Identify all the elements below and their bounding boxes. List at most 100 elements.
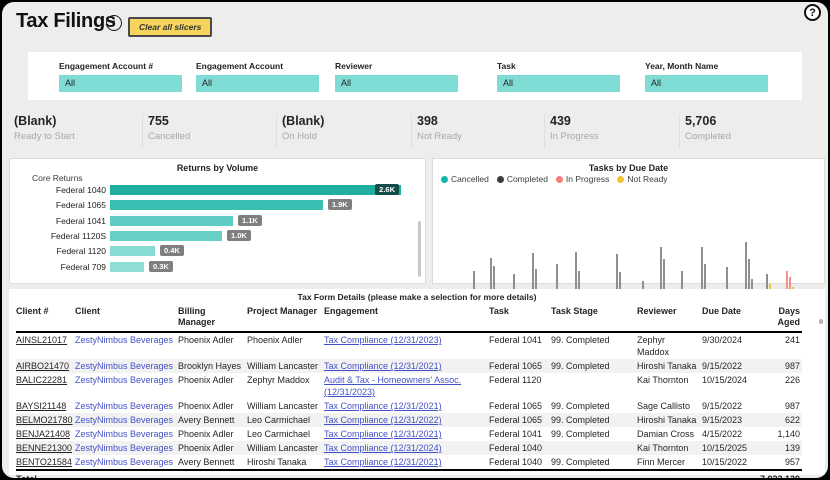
info-icon[interactable]: i bbox=[106, 15, 122, 31]
engagement-link[interactable]: Tax Compliance (12/31/2021) bbox=[324, 361, 442, 371]
column-header[interactable]: Billing Manager bbox=[178, 304, 247, 332]
bar-row: 1.0KFederal 1120S bbox=[10, 231, 425, 241]
column-header[interactable]: Task bbox=[489, 304, 551, 332]
dashboard-canvas: Tax Filings i Clear all slicers ? Engage… bbox=[2, 2, 828, 478]
cell: Federal 1041 bbox=[489, 332, 551, 359]
cell: Phoenix Adler bbox=[178, 427, 247, 441]
bar-row: 0.4KFederal 1120 bbox=[10, 246, 425, 256]
legend-item[interactable]: In Progress bbox=[556, 174, 609, 184]
cell-client-number[interactable]: AIRBO21470 bbox=[16, 359, 75, 373]
bar[interactable] bbox=[110, 231, 222, 241]
cell: Zephyr Maddox bbox=[637, 332, 702, 359]
cell-client-number[interactable]: AINSL21017 bbox=[16, 332, 75, 359]
table-row: BENJA21408ZestyNimbus BeveragesPhoenix A… bbox=[16, 427, 802, 441]
column-header[interactable]: Project Manager bbox=[247, 304, 324, 332]
cell-client-number[interactable]: BAYSI21148 bbox=[16, 399, 75, 413]
legend-item[interactable]: Not Ready bbox=[617, 174, 667, 184]
cell: Phoenix Adler bbox=[178, 441, 247, 455]
cell-engagement: Tax Compliance (12/31/2021) bbox=[324, 359, 489, 373]
cell: Federal 1065 bbox=[489, 359, 551, 373]
kpi-value: 398 bbox=[417, 114, 547, 128]
cell-days-aged: 226 bbox=[759, 373, 802, 399]
kpi-value: 439 bbox=[550, 114, 680, 128]
slicer-dropdown[interactable]: All bbox=[335, 75, 458, 92]
slicer-dropdown[interactable]: All bbox=[645, 75, 768, 92]
engagement-link[interactable]: Tax Compliance (12/31/2021) bbox=[324, 457, 442, 467]
total-value: 7,922,130 bbox=[759, 470, 802, 478]
slicer: Year, Month NameAll bbox=[645, 61, 768, 92]
engagement-link[interactable]: Audit & Tax - Homeowners' Assoc. (12/31/… bbox=[324, 375, 461, 397]
column-header[interactable]: Engagement bbox=[324, 304, 489, 332]
bar[interactable]: 2.6K bbox=[110, 185, 401, 195]
column-header[interactable]: Task Stage bbox=[551, 304, 637, 332]
slicer-dropdown[interactable]: All bbox=[196, 75, 319, 92]
clear-all-slicers-button[interactable]: Clear all slicers bbox=[128, 17, 212, 37]
spike-plot bbox=[433, 191, 824, 299]
cell-client-number[interactable]: BENJA21408 bbox=[16, 427, 75, 441]
bar-data-label: 1.9K bbox=[328, 199, 352, 210]
bar[interactable] bbox=[110, 200, 323, 210]
cell-client-link[interactable]: ZestyNimbus Beverages bbox=[75, 441, 178, 455]
chart-title: Tasks by Due Date bbox=[433, 163, 824, 173]
kpi-label: In Progress bbox=[550, 131, 680, 142]
cell: Phoenix Adler bbox=[247, 332, 324, 359]
engagement-link[interactable]: Tax Compliance (12/31/2024) bbox=[324, 443, 442, 453]
cell-client-link[interactable]: ZestyNimbus Beverages bbox=[75, 455, 178, 470]
bar-axis-title: Core Returns bbox=[32, 173, 83, 183]
cell-days-aged: 241 bbox=[759, 332, 802, 359]
cell-client-link[interactable]: ZestyNimbus Beverages bbox=[75, 332, 178, 359]
legend-label: Not Ready bbox=[627, 174, 667, 184]
cell: Federal 1040 bbox=[489, 455, 551, 470]
slicer-label: Reviewer bbox=[335, 61, 458, 71]
legend-item[interactable]: Completed bbox=[497, 174, 548, 184]
table-header-row: Client #ClientBilling ManagerProject Man… bbox=[16, 304, 802, 332]
bar-category-label: Federal 1041 bbox=[10, 216, 106, 226]
table-row: BALIC22281ZestyNimbus BeveragesPhoenix A… bbox=[16, 373, 802, 399]
table-scrollbar[interactable] bbox=[819, 319, 823, 324]
column-header[interactable]: Client # bbox=[16, 304, 75, 332]
tax-form-details-table: Tax Form Details (please make a selectio… bbox=[9, 289, 825, 475]
slicer: TaskAll bbox=[497, 61, 620, 92]
cell-client-link[interactable]: ZestyNimbus Beverages bbox=[75, 373, 178, 399]
cell-client-number[interactable]: BELMO21780 bbox=[16, 413, 75, 427]
column-header[interactable]: Reviewer bbox=[637, 304, 702, 332]
engagement-link[interactable]: Tax Compliance (12/31/2022) bbox=[324, 415, 442, 425]
cell-days-aged: 622 bbox=[759, 413, 802, 427]
bar-category-label: Federal 1040 bbox=[10, 185, 106, 195]
kpi-label: Not Ready bbox=[417, 131, 547, 142]
bar-row: Federal 1040 2.6K bbox=[10, 185, 425, 195]
legend-dot bbox=[497, 176, 504, 183]
cell-client-number[interactable]: BENNE21300 bbox=[16, 441, 75, 455]
engagement-link[interactable]: Tax Compliance (12/31/2023) bbox=[324, 335, 442, 345]
help-icon[interactable]: ? bbox=[804, 4, 821, 21]
table-row: BAYSI21148ZestyNimbus BeveragesPhoenix A… bbox=[16, 399, 802, 413]
chart-scrollbar[interactable] bbox=[418, 221, 421, 277]
cell-client-link[interactable]: ZestyNimbus Beverages bbox=[75, 399, 178, 413]
cell: Leo Carmichael bbox=[247, 413, 324, 427]
column-header[interactable]: Client bbox=[75, 304, 178, 332]
bar[interactable] bbox=[110, 216, 233, 226]
column-header[interactable]: Days Aged bbox=[759, 304, 802, 332]
bar[interactable] bbox=[110, 262, 144, 272]
cell-client-link[interactable]: ZestyNimbus Beverages bbox=[75, 359, 178, 373]
cell-client-number[interactable]: BENTO21584 bbox=[16, 455, 75, 470]
cell-client-number[interactable]: BALIC22281 bbox=[16, 373, 75, 399]
cell: 99. Completed bbox=[551, 427, 637, 441]
slicer-dropdown[interactable]: All bbox=[497, 75, 620, 92]
cell-client-link[interactable]: ZestyNimbus Beverages bbox=[75, 413, 178, 427]
legend-item[interactable]: Cancelled bbox=[441, 174, 489, 184]
bar[interactable] bbox=[110, 246, 155, 256]
cell: 99. Completed bbox=[551, 413, 637, 427]
cell: Federal 1065 bbox=[489, 413, 551, 427]
slicer: Engagement AccountAll bbox=[196, 61, 319, 92]
column-header[interactable]: Due Date bbox=[702, 304, 759, 332]
engagement-link[interactable]: Tax Compliance (12/31/2021) bbox=[324, 429, 442, 439]
cell: 99. Completed bbox=[551, 399, 637, 413]
legend-label: In Progress bbox=[566, 174, 609, 184]
cell-client-link[interactable]: ZestyNimbus Beverages bbox=[75, 427, 178, 441]
cell: Zephyr Maddox bbox=[247, 373, 324, 399]
cell: Federal 1065 bbox=[489, 399, 551, 413]
slicer-dropdown[interactable]: All bbox=[59, 75, 182, 92]
engagement-link[interactable]: Tax Compliance (12/31/2021) bbox=[324, 401, 442, 411]
bar-data-label: 0.4K bbox=[160, 245, 184, 256]
